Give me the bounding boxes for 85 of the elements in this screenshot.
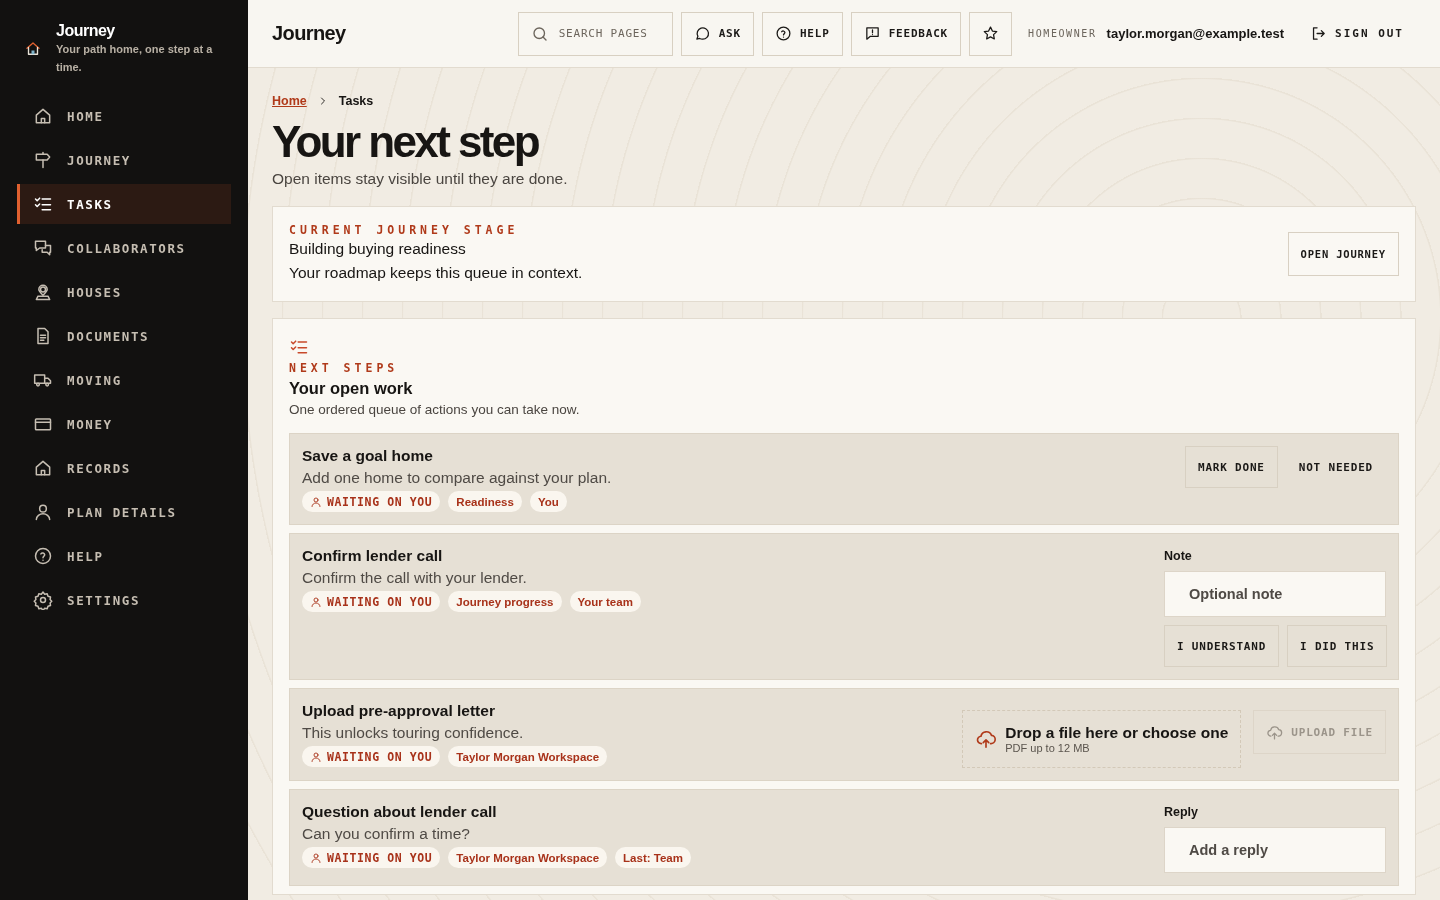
help-icon: [774, 25, 792, 42]
status-tag: WAITING ON YOU: [302, 746, 441, 768]
nav-item[interactable]: DOCUMENTS: [17, 316, 231, 356]
open-journey-button[interactable]: OPEN JOURNEY: [1287, 232, 1399, 277]
toolbar-button[interactable]: HELP: [761, 11, 843, 56]
task-tag: Taylor Morgan Workspace: [448, 746, 608, 768]
drop-zone-hint: PDF up to 12 MB: [1005, 742, 1091, 755]
section-description: One ordered queue of actions you can take now.: [289, 402, 581, 418]
task-title: Question about lender call: [302, 802, 498, 823]
task-description: Confirm the call with your lender.: [302, 568, 528, 589]
toolbar-button[interactable]: FEEDBACK: [850, 11, 961, 56]
chat-bubble-icon: [693, 25, 711, 42]
nav-item[interactable]: PLAN DETAILS: [17, 492, 231, 532]
checklist-icon: [33, 194, 53, 214]
home-icon: [33, 106, 53, 126]
task-tag: Last: Team: [615, 847, 691, 869]
favorite-button[interactable]: [969, 11, 1012, 56]
app-tagline: Your path home, one step at a time.: [56, 42, 214, 75]
user-role: HOMEOWNER: [1028, 28, 1097, 39]
map-pin-icon: [33, 282, 53, 302]
stage-name: Building buying readiness: [289, 239, 467, 260]
task-tag: Readiness: [448, 491, 522, 513]
drop-zone-title: Drop a file here or choose one: [1005, 724, 1229, 743]
signpost-icon: [33, 150, 53, 170]
status-tag: WAITING ON YOU: [302, 491, 441, 513]
settings-icon: [33, 590, 53, 610]
person-icon: [310, 595, 322, 608]
sign-out-button[interactable]: SIGN OUT: [1298, 11, 1416, 56]
breadcrumb-link[interactable]: Home: [272, 94, 307, 108]
person-icon: [310, 750, 322, 763]
cloud-upload-icon: [1266, 723, 1284, 741]
nav-item[interactable]: JOURNEY: [17, 140, 231, 180]
nav-item[interactable]: HELP: [17, 536, 231, 576]
task-action-button[interactable]: I DID THIS: [1287, 625, 1388, 668]
status-tag: WAITING ON YOU: [302, 847, 441, 869]
task-tag: Journey progress: [448, 591, 562, 613]
app-title: Journey: [56, 22, 116, 40]
task-title: Upload pre-approval letter: [302, 701, 496, 722]
sign-out-icon: [1310, 25, 1327, 42]
task-action-button[interactable]: I UNDERSTAND: [1164, 625, 1280, 668]
page-title: Journey: [272, 22, 346, 45]
help-icon: [33, 546, 53, 566]
input-field[interactable]: Optional note: [1164, 571, 1386, 618]
section-eyebrow: CURRENT JOURNEY STAGE: [289, 223, 520, 238]
task-action-button[interactable]: MARK DONE: [1184, 446, 1278, 489]
input-field[interactable]: Add a reply: [1164, 827, 1386, 874]
page-subheading: Open items stay visible until they are done.: [272, 170, 569, 189]
toolbar-button[interactable]: ASK: [680, 11, 754, 56]
nav-item[interactable]: SETTINGS: [17, 580, 231, 620]
field-label: Note: [1164, 549, 1193, 564]
task-description: Add one home to compare against your plan.: [302, 468, 613, 489]
section-title: Your open work: [289, 379, 414, 399]
search-field[interactable]: SEARCH PAGES: [517, 11, 673, 56]
page-heading: Your next step: [272, 118, 540, 167]
task-tag: Your team: [569, 591, 641, 613]
house-icon: [33, 458, 53, 478]
cloud-upload-icon: [975, 728, 998, 751]
breadcrumb-current: Tasks: [338, 94, 374, 108]
person-icon: [310, 851, 322, 864]
nav-item[interactable]: MOVING: [17, 360, 231, 400]
nav-item[interactable]: COLLABORATORS: [17, 228, 231, 268]
task-tag: Taylor Morgan Workspace: [448, 847, 608, 869]
nav-item[interactable]: TASKS: [17, 184, 231, 224]
chat-bubbles-icon: [33, 238, 53, 258]
person-icon: [33, 502, 53, 522]
nav-item[interactable]: HOUSES: [17, 272, 231, 312]
task-tag: You: [529, 491, 567, 513]
user-email: taylor.morgan@example.test: [1106, 26, 1284, 41]
house-logo-icon: [24, 40, 42, 58]
task-description: Can you confirm a time?: [302, 824, 471, 845]
stage-note: Your roadmap keeps this queue in context.: [289, 263, 583, 284]
section-eyebrow: NEXT STEPS: [289, 361, 400, 376]
task-title: Save a goal home: [302, 446, 434, 467]
field-label: Reply: [1164, 805, 1200, 820]
nav-item[interactable]: MONEY: [17, 404, 231, 444]
task-action-button[interactable]: NOT NEEDED: [1285, 446, 1386, 489]
feedback-icon: [863, 25, 881, 42]
search-icon: [530, 24, 549, 43]
nav-item[interactable]: HOME: [17, 96, 231, 136]
star-icon: [982, 25, 999, 42]
nav-item[interactable]: RECORDS: [17, 448, 231, 488]
person-icon: [310, 495, 322, 508]
task-title: Confirm lender call: [302, 546, 444, 567]
status-tag: WAITING ON YOU: [302, 591, 441, 613]
task-description: This unlocks touring confidence.: [302, 723, 525, 744]
